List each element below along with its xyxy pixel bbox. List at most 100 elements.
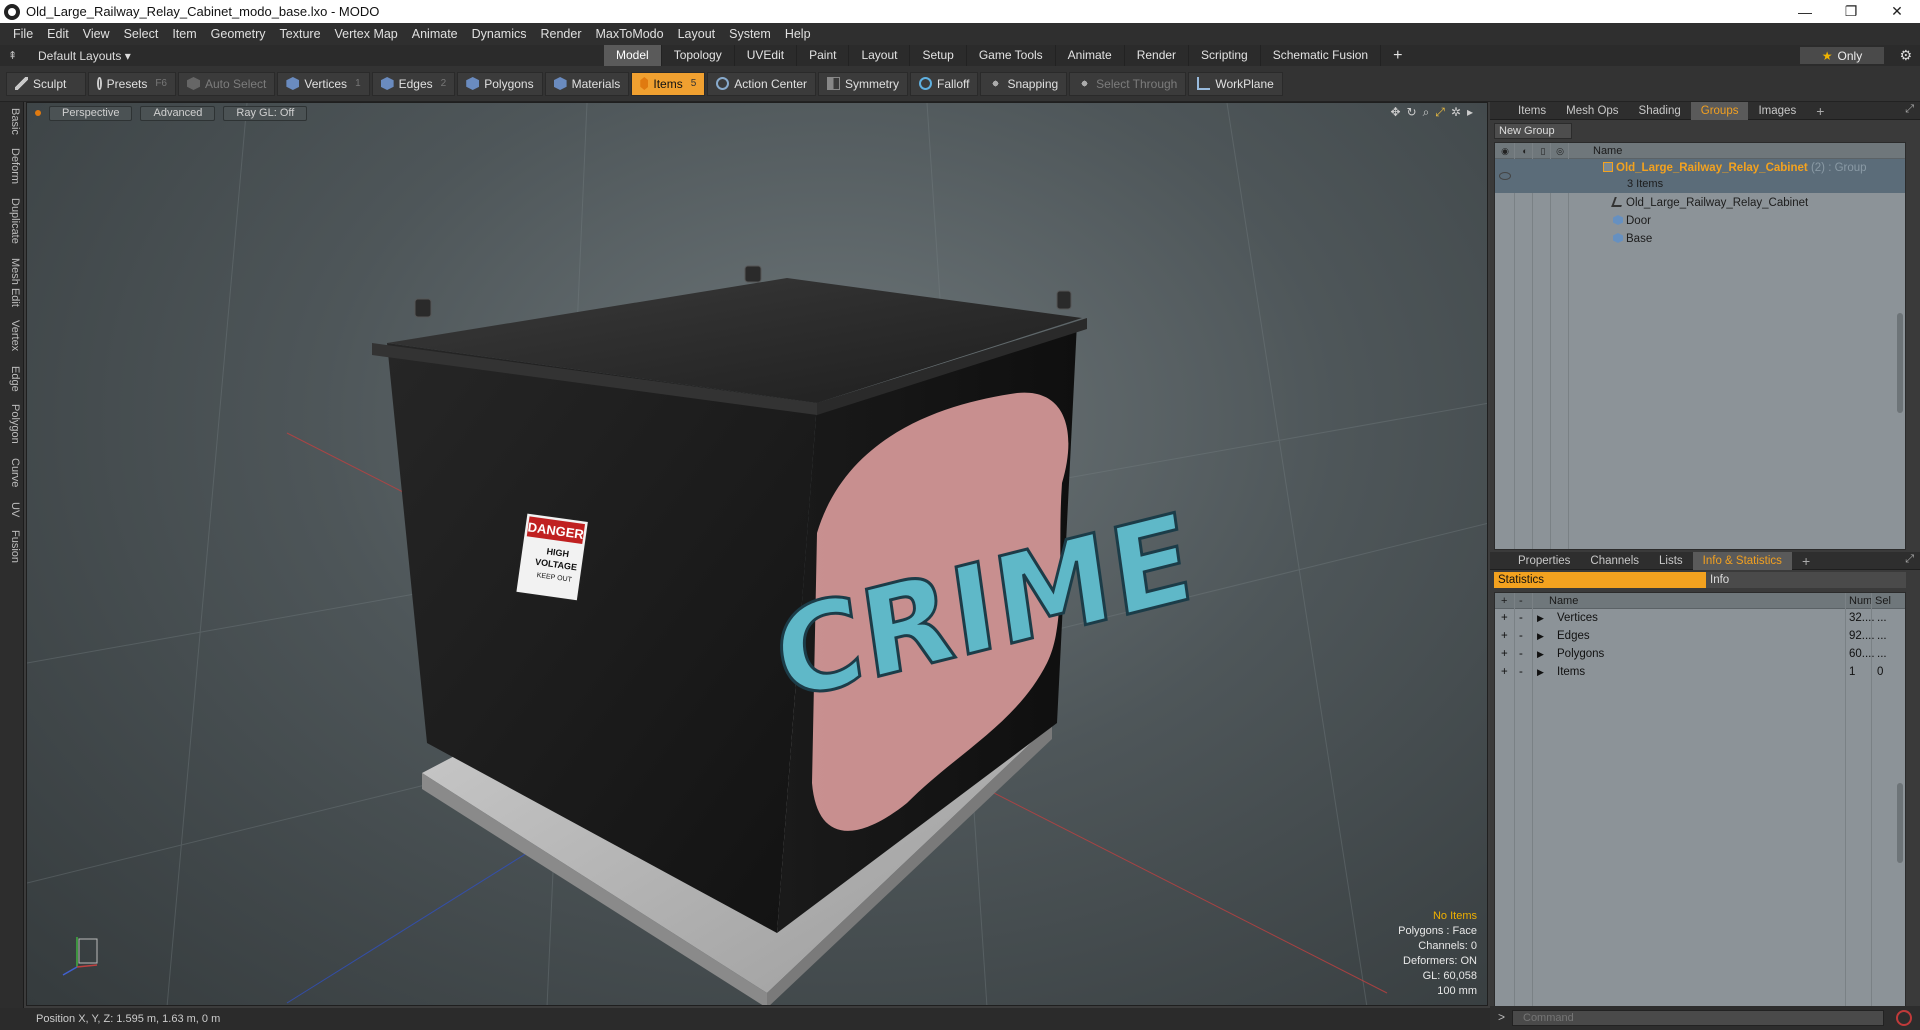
rotate-icon[interactable]: ↻: [1407, 105, 1417, 120]
vtab-fusion[interactable]: Fusion: [3, 530, 21, 563]
stat-row-vertices[interactable]: + - ▶ Vertices 32.... ...: [1495, 609, 1905, 627]
command-input[interactable]: [1512, 1010, 1884, 1026]
shading-mode-button[interactable]: Advanced: [140, 106, 216, 121]
viewport-expand-icon[interactable]: ▸: [1467, 105, 1473, 120]
layout-collapse-icon[interactable]: ⇞: [8, 49, 22, 62]
view-type-button[interactable]: Perspective: [49, 106, 133, 121]
row-expand-icon[interactable]: +: [1501, 627, 1508, 645]
tab-render[interactable]: Render: [1125, 45, 1190, 66]
items-button[interactable]: Items 5: [631, 71, 706, 96]
stat-row-items[interactable]: + - ▶ Items 1 0: [1495, 663, 1905, 681]
presets-button[interactable]: Presets F6: [88, 71, 176, 96]
row-arrow-icon[interactable]: ▶: [1537, 627, 1544, 645]
row-expand-icon[interactable]: +: [1501, 645, 1508, 663]
collapse-all-icon[interactable]: -: [1519, 593, 1523, 609]
row-collapse-icon[interactable]: -: [1519, 663, 1523, 681]
menu-edit[interactable]: Edit: [40, 27, 76, 41]
group-visibility-icon[interactable]: [1499, 172, 1511, 180]
tab-items[interactable]: Items: [1508, 102, 1556, 120]
gear-icon[interactable]: ⚙: [1899, 47, 1912, 64]
tab-topology[interactable]: Topology: [662, 45, 735, 66]
add-tab-button[interactable]: +: [1381, 45, 1414, 66]
vtab-basic[interactable]: Basic: [3, 108, 21, 135]
action-center-button[interactable]: Action Center: [707, 71, 816, 96]
maximize-button[interactable]: ❐: [1828, 0, 1874, 23]
symmetry-button[interactable]: Symmetry: [817, 71, 908, 96]
row-collapse-icon[interactable]: -: [1519, 645, 1523, 663]
menu-animate[interactable]: Animate: [405, 27, 465, 41]
menu-system[interactable]: System: [722, 27, 778, 41]
tab-model[interactable]: Model: [604, 45, 662, 66]
new-group-button[interactable]: New Group: [1494, 123, 1572, 139]
group-child-row[interactable]: Base: [1495, 231, 1905, 249]
subtab-info[interactable]: Info: [1706, 572, 1906, 588]
menu-dynamics[interactable]: Dynamics: [465, 27, 534, 41]
viewport-menu-icon[interactable]: [35, 110, 41, 116]
sculpt-button[interactable]: Sculpt: [6, 71, 86, 96]
row-expand-icon[interactable]: +: [1501, 663, 1508, 681]
select-col-icon[interactable]: ◎: [1553, 144, 1567, 158]
select-through-button[interactable]: Select Through: [1069, 71, 1187, 96]
stat-row-polygons[interactable]: + - ▶ Polygons 60.... ...: [1495, 645, 1905, 663]
vertices-button[interactable]: Vertices 1: [277, 71, 370, 96]
stat-row-edges[interactable]: + - ▶ Edges 92.... ...: [1495, 627, 1905, 645]
expand-props-icon[interactable]: ⤢: [1905, 553, 1914, 566]
stop-icon[interactable]: [1896, 1010, 1912, 1026]
tab-schematic-fusion[interactable]: Schematic Fusion: [1261, 45, 1382, 66]
3d-viewport[interactable]: CRIME DANGER HIGH VOLTAGE KEEP OUT Persp…: [26, 102, 1488, 1006]
vtab-uv[interactable]: UV: [3, 502, 21, 517]
tab-game-tools[interactable]: Game Tools: [967, 45, 1056, 66]
row-arrow-icon[interactable]: ▶: [1537, 663, 1544, 681]
vtab-polygon[interactable]: Polygon: [3, 404, 21, 444]
menu-vertex-map[interactable]: Vertex Map: [328, 27, 405, 41]
lock-col-icon[interactable]: ▯: [1536, 144, 1550, 158]
menu-render[interactable]: Render: [534, 27, 589, 41]
group-child-row[interactable]: Old_Large_Railway_Relay_Cabinet: [1495, 195, 1905, 213]
tab-setup[interactable]: Setup: [910, 45, 967, 66]
group-child-row[interactable]: Door: [1495, 213, 1905, 231]
layout-select[interactable]: Default Layouts ▾: [38, 49, 131, 63]
auto-select-button[interactable]: Auto Select: [178, 71, 276, 96]
row-collapse-icon[interactable]: -: [1519, 627, 1523, 645]
tab-channels[interactable]: Channels: [1580, 552, 1649, 570]
menu-view[interactable]: View: [76, 27, 117, 41]
row-arrow-icon[interactable]: ▶: [1537, 609, 1544, 627]
zoom-icon[interactable]: ⌕: [1423, 105, 1430, 120]
workplane-button[interactable]: WorkPlane: [1188, 71, 1283, 96]
menu-select[interactable]: Select: [117, 27, 166, 41]
tab-paint[interactable]: Paint: [797, 45, 850, 66]
tab-shading[interactable]: Shading: [1629, 102, 1691, 120]
tab-groups[interactable]: Groups: [1690, 101, 1749, 120]
expand-all-icon[interactable]: +: [1501, 593, 1507, 609]
row-expand-icon[interactable]: +: [1501, 609, 1508, 627]
statistics-scrollbar[interactable]: [1897, 783, 1903, 863]
tab-properties[interactable]: Properties: [1508, 552, 1580, 570]
expand-panel-icon[interactable]: ⤢: [1905, 103, 1914, 116]
minimize-button[interactable]: —: [1782, 0, 1828, 23]
vtab-edge[interactable]: Edge: [3, 366, 21, 392]
tab-images[interactable]: Images: [1748, 102, 1806, 120]
tab-uvedit[interactable]: UVEdit: [735, 45, 798, 66]
menu-layout[interactable]: Layout: [671, 27, 723, 41]
menu-texture[interactable]: Texture: [273, 27, 328, 41]
tab-layout[interactable]: Layout: [849, 45, 911, 66]
tab-info-statistics[interactable]: Info & Statistics: [1692, 551, 1792, 570]
vtab-vertex[interactable]: Vertex: [3, 320, 21, 351]
edges-button[interactable]: Edges 2: [371, 71, 456, 96]
tab-scripting[interactable]: Scripting: [1189, 45, 1261, 66]
vtab-duplicate[interactable]: Duplicate: [3, 198, 21, 244]
vtab-mesh-edit[interactable]: Mesh Edit: [3, 258, 21, 307]
visibility-col-icon[interactable]: ◉: [1498, 144, 1512, 158]
render-col-icon[interactable]: ◐: [1518, 144, 1532, 158]
tab-animate[interactable]: Animate: [1056, 45, 1125, 66]
tab-lists[interactable]: Lists: [1649, 552, 1693, 570]
add-props-tab-button[interactable]: +: [1792, 552, 1820, 570]
row-arrow-icon[interactable]: ▶: [1537, 645, 1544, 663]
menu-geometry[interactable]: Geometry: [204, 27, 273, 41]
group-row[interactable]: Old_Large_Railway_Relay_Cabinet (2) : Gr…: [1495, 159, 1905, 193]
add-panel-tab-button[interactable]: +: [1806, 102, 1834, 120]
row-collapse-icon[interactable]: -: [1519, 609, 1523, 627]
falloff-button[interactable]: Falloff: [909, 71, 979, 96]
tab-mesh-ops[interactable]: Mesh Ops: [1556, 102, 1628, 120]
menu-item[interactable]: Item: [165, 27, 203, 41]
